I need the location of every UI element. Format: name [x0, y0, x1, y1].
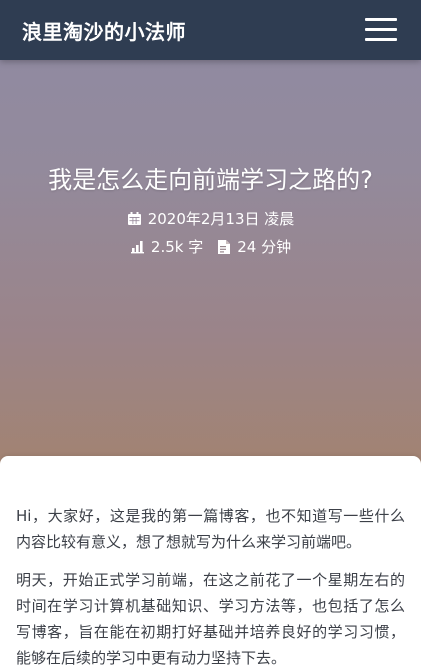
navbar: 浪里淘沙的小法师 — [0, 0, 421, 60]
document-icon — [217, 239, 231, 255]
hamburger-menu-icon[interactable] — [365, 18, 397, 42]
site-brand[interactable]: 浪里淘沙的小法师 — [22, 16, 186, 45]
post-content: Hi，大家好，这是我的第一篇博客，也不知道写一些什么内容比较有意义，想了想就写为… — [0, 456, 421, 668]
post-title: 我是怎么走向前端学习之路的? — [48, 166, 373, 194]
calendar-icon — [127, 211, 142, 226]
post-meta-stats: 2.5k 字 24 分钟 — [0, 236, 421, 257]
post-readtime: 24 分钟 — [237, 238, 292, 256]
bar-chart-icon — [130, 240, 145, 254]
post-paragraph: 明天，开始正式学习前端，在这之前花了一个星期左右的时间在学习计算机基础知识、学习… — [16, 571, 405, 667]
post-date: 2020年2月13日 凌晨 — [147, 210, 295, 228]
post-wordcount: 2.5k 字 — [150, 238, 204, 256]
post-paragraph: Hi，大家好，这是我的第一篇博客，也不知道写一些什么内容比较有意义，想了想就写为… — [16, 507, 405, 551]
post-meta-date: 2020年2月13日 凌晨 — [0, 208, 421, 229]
